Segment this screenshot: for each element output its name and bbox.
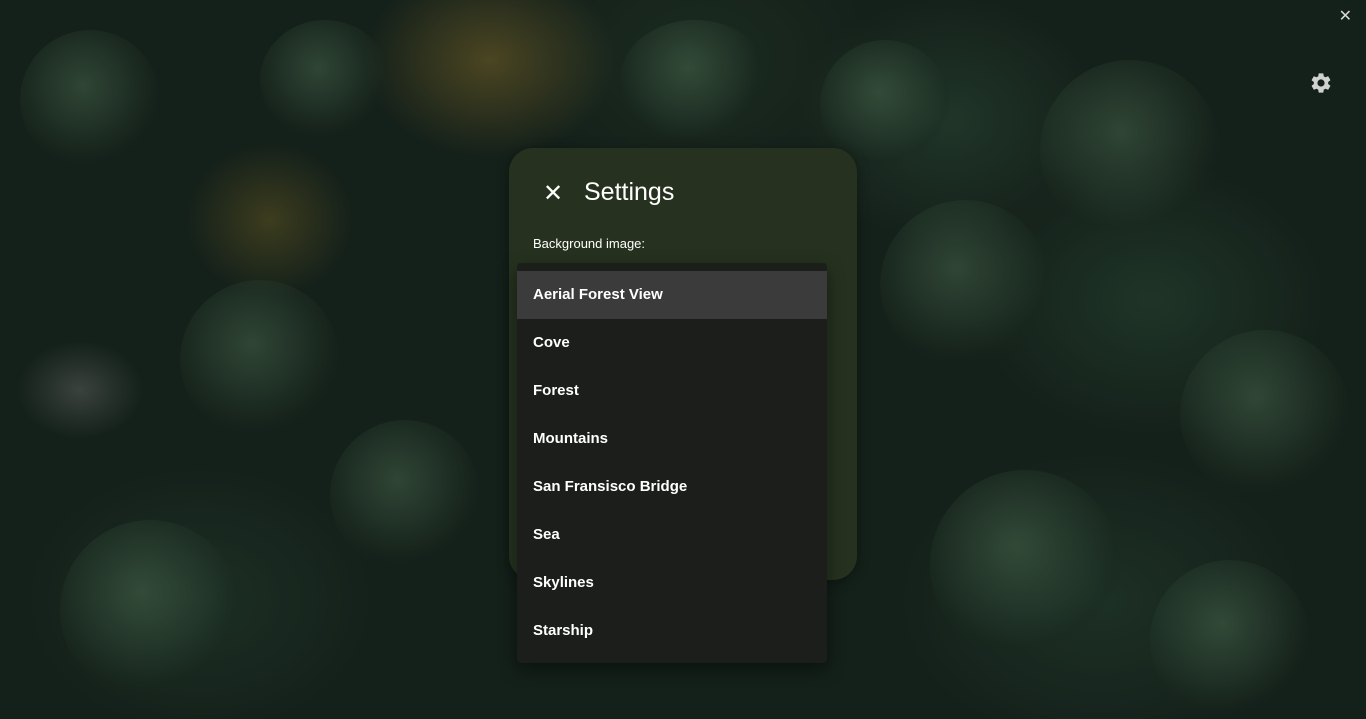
- option-forest[interactable]: Forest: [517, 367, 827, 415]
- close-icon: ✕: [543, 179, 564, 207]
- background-image-label: Background image:: [533, 236, 646, 251]
- option-cove[interactable]: Cove: [517, 319, 827, 367]
- settings-title: Settings: [584, 178, 675, 206]
- option-mountains[interactable]: Mountains: [517, 415, 827, 463]
- option-san-fransisco-bridge[interactable]: San Fransisco Bridge: [517, 463, 827, 511]
- option-aerial-forest-view[interactable]: Aerial Forest View: [517, 271, 827, 319]
- gear-icon: [1311, 73, 1331, 93]
- close-icon: ✕: [1338, 6, 1352, 25]
- window-close-button[interactable]: ✕: [1339, 6, 1352, 25]
- settings-close-button[interactable]: ✕: [543, 180, 565, 206]
- option-sea[interactable]: Sea: [517, 511, 827, 559]
- background-image-dropdown[interactable]: Aerial Forest View Cove Forest Mountains…: [517, 263, 827, 663]
- option-skylines[interactable]: Skylines: [517, 559, 827, 607]
- option-starship[interactable]: Starship: [517, 607, 827, 655]
- settings-button[interactable]: [1309, 71, 1333, 95]
